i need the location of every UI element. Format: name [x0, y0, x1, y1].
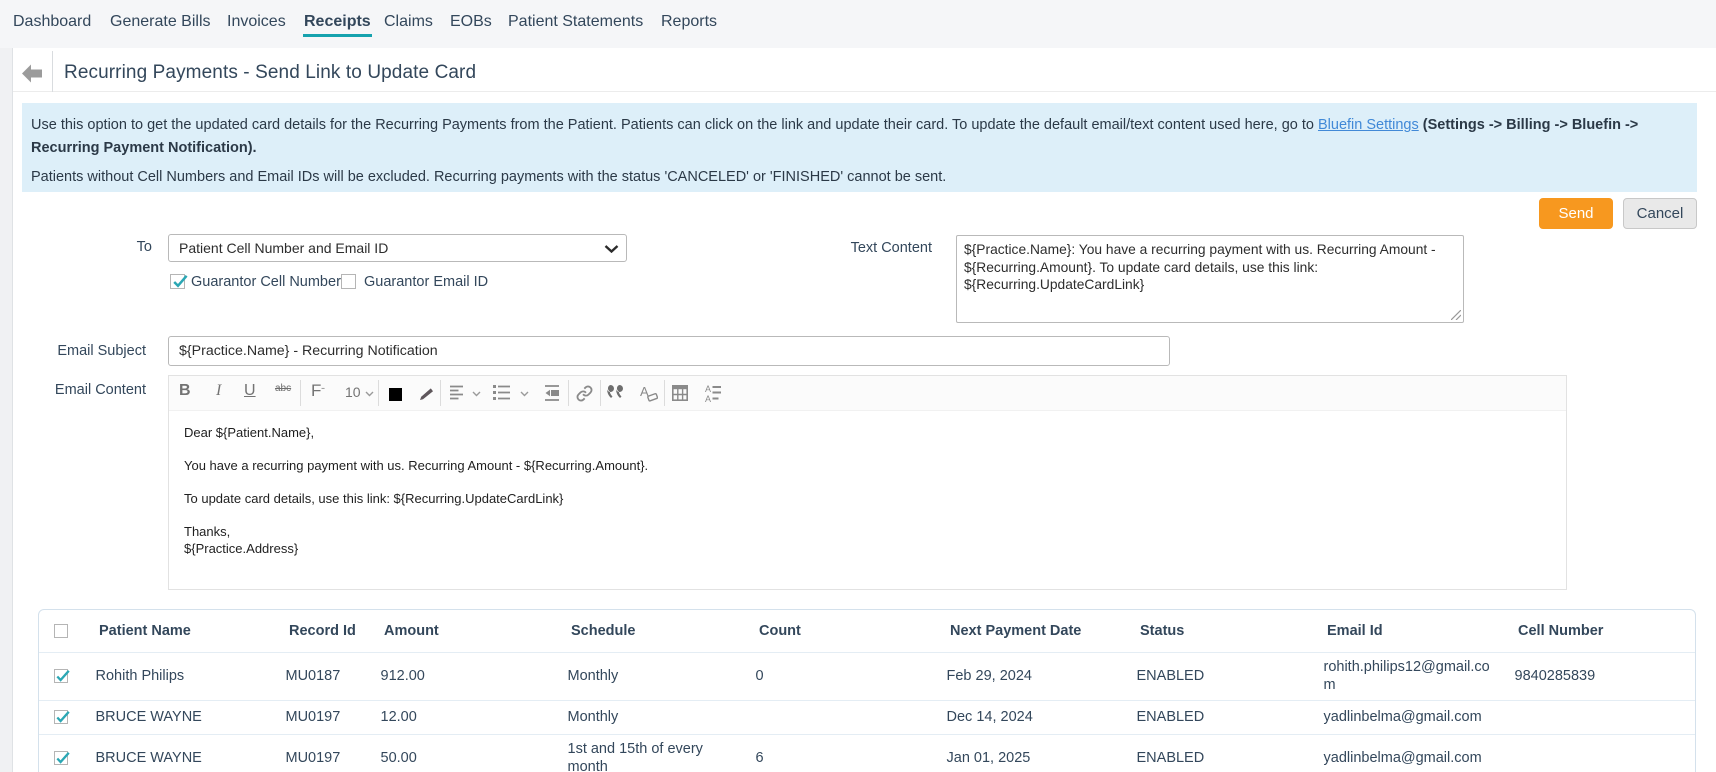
svg-text:A: A: [705, 384, 711, 394]
svg-text:A: A: [705, 394, 711, 402]
